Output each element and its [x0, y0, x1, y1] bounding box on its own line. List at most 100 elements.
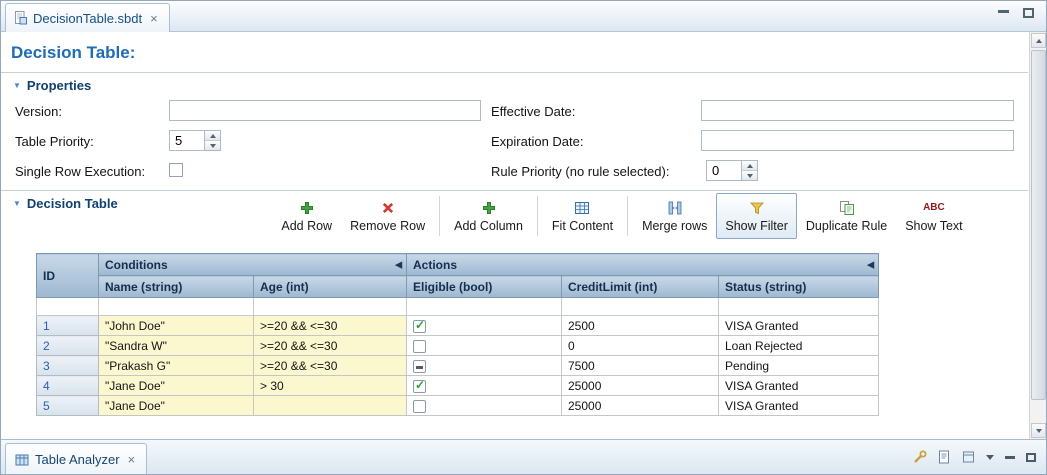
rule-priority-input[interactable]: [706, 160, 742, 181]
spinner-down-icon[interactable]: [205, 141, 220, 150]
status-cell[interactable]: VISA Granted: [719, 376, 879, 396]
show-filter-icon: [749, 199, 765, 216]
eligible-cell[interactable]: [407, 356, 562, 376]
row-id[interactable]: 3: [37, 356, 99, 376]
duplicate-rule-button[interactable]: Duplicate Rule: [797, 193, 896, 239]
editor-area: Decision Table: ▼ Properties Version: Ef…: [1, 32, 1046, 439]
expiration-date-input[interactable]: [701, 130, 1014, 151]
eligible-checkbox[interactable]: [413, 400, 426, 413]
eligible-checkbox[interactable]: [413, 360, 426, 373]
id-column-header[interactable]: ID: [37, 254, 99, 298]
scrollbar-thumb[interactable]: [1031, 50, 1046, 400]
editor-tab-bar: DecisionTable.sbdt ×: [1, 1, 1046, 32]
conditions-group-header[interactable]: Conditions ◀: [99, 254, 407, 276]
age-cell[interactable]: [254, 396, 407, 416]
spinner-up-icon[interactable]: [742, 161, 757, 171]
analyzer-config-icon[interactable]: [913, 450, 927, 464]
credit-limit-cell[interactable]: 2500: [562, 316, 719, 336]
vertical-scrollbar[interactable]: [1029, 32, 1046, 439]
remove-row-button[interactable]: Remove Row: [341, 193, 434, 239]
tab-table-analyzer[interactable]: Table Analyzer ×: [5, 443, 147, 475]
name-cell[interactable]: "Jane Doe": [99, 396, 254, 416]
remove-row-icon: [380, 199, 396, 216]
name-cell[interactable]: "Jane Doe": [99, 376, 254, 396]
status-cell[interactable]: VISA Granted: [719, 316, 879, 336]
add-row-button[interactable]: Add Row: [272, 193, 341, 239]
age-cell[interactable]: >=20 && <=30: [254, 356, 407, 376]
credit-limit-cell[interactable]: 7500: [562, 356, 719, 376]
name-cell[interactable]: "Sandra W": [99, 336, 254, 356]
remove-row-label: Remove Row: [350, 219, 425, 233]
section-divider: [1, 190, 1028, 191]
add-row-icon: [299, 199, 315, 216]
show-filter-button[interactable]: Show Filter: [716, 193, 797, 239]
close-tab-icon[interactable]: ×: [148, 12, 160, 25]
filter-cell[interactable]: [99, 298, 254, 316]
column-header-eligible[interactable]: Eligible (bool): [407, 276, 562, 298]
collapse-conditions-icon[interactable]: ◀: [395, 259, 402, 270]
table-priority-input[interactable]: [169, 130, 205, 151]
version-label: Version:: [15, 104, 62, 119]
minimize-view-icon[interactable]: [1005, 456, 1015, 459]
column-header-age[interactable]: Age (int): [254, 276, 407, 298]
credit-limit-cell[interactable]: 0: [562, 336, 719, 356]
minimize-icon[interactable]: [998, 10, 1009, 13]
eligible-checkbox[interactable]: [413, 380, 426, 393]
filter-cell[interactable]: [254, 298, 407, 316]
fit-content-button[interactable]: Fit Content: [543, 193, 622, 239]
table-analyzer-icon: [15, 453, 29, 467]
status-cell[interactable]: VISA Granted: [719, 396, 879, 416]
column-header-name[interactable]: Name (string): [99, 276, 254, 298]
spinner-down-icon[interactable]: [742, 171, 757, 180]
add-column-button[interactable]: Add Column: [445, 193, 532, 239]
show-text-button[interactable]: ABC Show Text: [896, 193, 971, 239]
eligible-cell[interactable]: [407, 316, 562, 336]
view-menu-icon[interactable]: [986, 455, 994, 460]
row-id[interactable]: 1: [37, 316, 99, 336]
decision-table-toolbar: Add Row Remove Row Add Column Fit Conten…: [226, 192, 1018, 240]
eligible-cell[interactable]: [407, 336, 562, 356]
credit-limit-cell[interactable]: 25000: [562, 396, 719, 416]
eligible-cell[interactable]: [407, 396, 562, 416]
row-id[interactable]: 4: [37, 376, 99, 396]
name-cell[interactable]: "Prakash G": [99, 356, 254, 376]
collapse-actions-icon[interactable]: ◀: [867, 259, 874, 270]
age-cell[interactable]: > 30: [254, 376, 407, 396]
status-cell[interactable]: Loan Rejected: [719, 336, 879, 356]
filter-cell[interactable]: [37, 298, 99, 316]
age-cell[interactable]: >=20 && <=30: [254, 316, 407, 336]
tab-decision-table-file[interactable]: DecisionTable.sbdt ×: [5, 3, 170, 32]
close-tab-icon[interactable]: ×: [126, 453, 138, 466]
actions-group-header[interactable]: Actions ◀: [407, 254, 879, 276]
decision-table-editor-window: DecisionTable.sbdt × Decision Table: ▼ P…: [0, 0, 1047, 475]
column-header-creditlimit[interactable]: CreditLimit (int): [562, 276, 719, 298]
filter-cell[interactable]: [407, 298, 562, 316]
row-id[interactable]: 2: [37, 336, 99, 356]
effective-date-input[interactable]: [701, 100, 1014, 121]
eligible-checkbox[interactable]: [413, 320, 426, 333]
scroll-up-icon[interactable]: [1031, 33, 1046, 48]
credit-limit-cell[interactable]: 25000: [562, 376, 719, 396]
scroll-down-icon[interactable]: [1031, 423, 1046, 438]
decision-table-section-header[interactable]: ▼ Decision Table: [13, 196, 118, 211]
detach-view-icon[interactable]: [962, 450, 975, 464]
merge-rows-button[interactable]: Merge rows: [633, 193, 716, 239]
single-row-execution-checkbox[interactable]: [169, 163, 183, 177]
maximize-view-icon[interactable]: [1026, 453, 1036, 462]
filter-cell[interactable]: [719, 298, 879, 316]
age-cell[interactable]: >=20 && <=30: [254, 336, 407, 356]
version-input[interactable]: [169, 100, 481, 121]
name-cell[interactable]: "John Doe": [99, 316, 254, 336]
toolbar-separator: [439, 196, 440, 236]
open-report-icon[interactable]: [938, 450, 951, 464]
section-divider: [1, 72, 1028, 73]
maximize-icon[interactable]: [1023, 8, 1034, 18]
row-id[interactable]: 5: [37, 396, 99, 416]
filter-cell[interactable]: [562, 298, 719, 316]
column-header-status[interactable]: Status (string): [719, 276, 879, 298]
eligible-cell[interactable]: [407, 376, 562, 396]
properties-section-header[interactable]: ▼ Properties: [13, 78, 91, 93]
status-cell[interactable]: Pending: [719, 356, 879, 376]
spinner-up-icon[interactable]: [205, 131, 220, 141]
eligible-checkbox[interactable]: [413, 340, 426, 353]
